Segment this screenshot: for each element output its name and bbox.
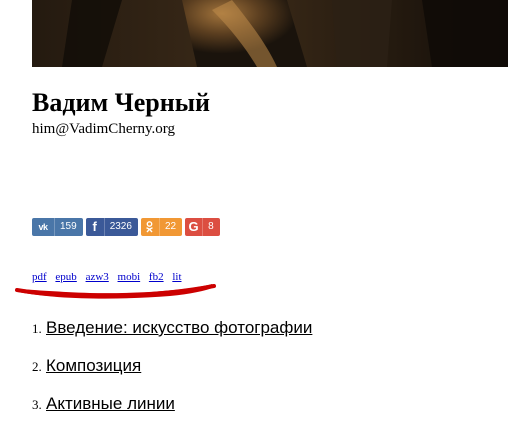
toc-item-link[interactable]: Активные линии (46, 394, 175, 413)
google-icon: G (188, 219, 199, 234)
share-count: 22 (158, 218, 182, 236)
toc-item: 2. Композиция (32, 356, 312, 394)
share-odnoklassniki-button[interactable]: 22 (140, 218, 183, 236)
toc-item: 1. Введение: искусство фотографии (32, 318, 312, 356)
toc-item-link[interactable]: Композиция (46, 356, 141, 375)
share-buttons: vk 159 f 2326 22 G 8 (32, 218, 220, 236)
share-count: 2326 (103, 218, 138, 236)
format-lit-link[interactable]: lit (172, 271, 181, 283)
toc-item: 3. Активные линии (32, 394, 312, 426)
table-of-contents: 1. Введение: искусство фотографии 2. Ком… (32, 318, 312, 426)
vk-icon: vk (38, 222, 48, 232)
format-mobi-link[interactable]: mobi (118, 271, 141, 283)
format-fb2-link[interactable]: fb2 (149, 271, 164, 283)
share-google-button[interactable]: G 8 (185, 218, 220, 236)
format-epub-link[interactable]: epub (55, 271, 76, 283)
toc-item-number: 1. (32, 321, 42, 336)
author-email: him@VadimCherny.org (32, 121, 175, 137)
banner-image (32, 0, 508, 67)
format-azw3-link[interactable]: azw3 (86, 271, 109, 283)
format-pdf-link[interactable]: pdf (32, 271, 47, 283)
share-vk-button[interactable]: vk 159 (32, 218, 83, 236)
painting-fragment-image (32, 0, 508, 67)
toc-item-number: 2. (32, 359, 42, 374)
share-count: 8 (202, 218, 220, 236)
toc-item-number: 3. (32, 397, 42, 412)
author-name: Вадим Черный (32, 88, 211, 117)
facebook-icon: f (92, 219, 97, 234)
toc-item-link[interactable]: Введение: искусство фотографии (46, 318, 312, 337)
download-formats: pdf epub azw3 mobi fb2 lit (32, 270, 188, 284)
odnoklassniki-icon (141, 218, 159, 236)
share-facebook-button[interactable]: f 2326 (85, 218, 138, 236)
share-count: 159 (54, 218, 83, 236)
